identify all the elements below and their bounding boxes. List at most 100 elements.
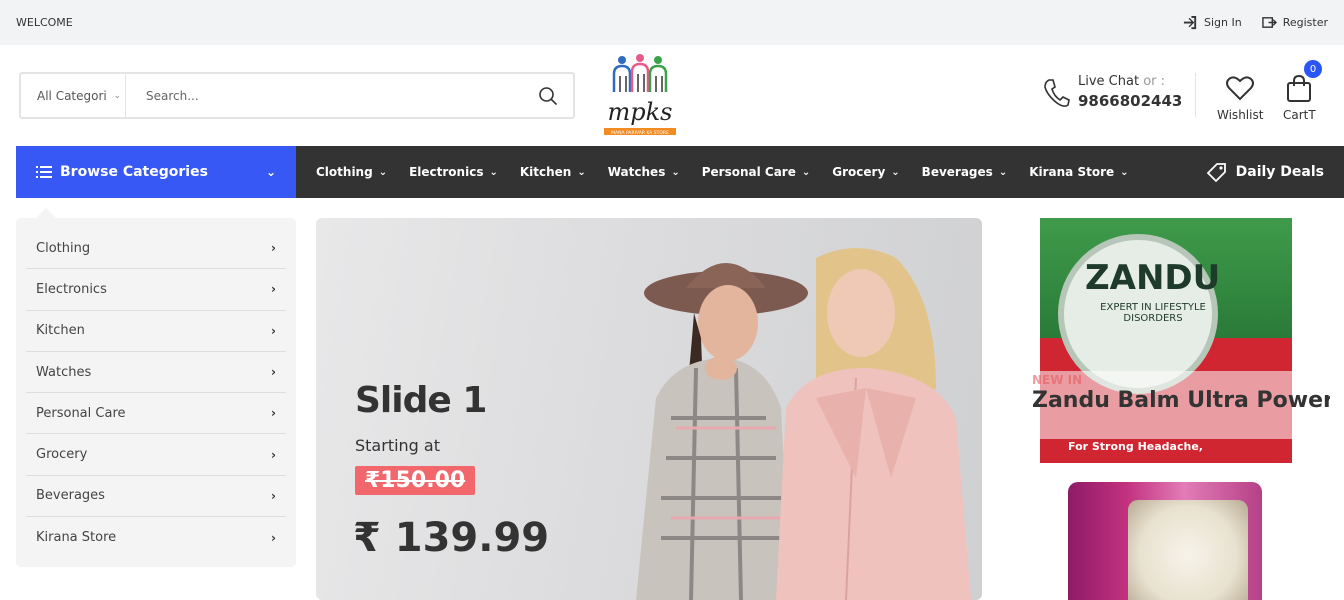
category-item-grocery[interactable]: Grocery › — [26, 434, 286, 476]
rice-product-image — [1068, 482, 1262, 600]
category-item-watches[interactable]: Watches › — [26, 352, 286, 394]
top-bar: WELCOME Sign In Register — [0, 0, 1344, 45]
promo-banner-zandu[interactable]: ZANDU EXPERT IN LIFESTYLE DISORDERS For … — [1002, 218, 1330, 463]
search-button[interactable] — [523, 74, 573, 117]
category-item-label: Personal Care — [36, 405, 126, 421]
nav-item-label: Clothing — [316, 165, 373, 179]
chevron-right-icon: › — [271, 447, 276, 462]
chevron-down-icon: ⌄ — [998, 166, 1008, 178]
tag-icon — [1206, 163, 1226, 183]
nav-item-label: Beverages — [921, 165, 993, 179]
old-price: ₹150.00 — [355, 466, 476, 495]
category-item-label: Kirana Store — [36, 530, 117, 546]
search-bar: All Categori ⌄ — [19, 72, 575, 119]
daily-deals-label: Daily Deals — [1235, 164, 1324, 180]
chevron-right-icon: › — [271, 282, 276, 297]
list-icon — [36, 166, 52, 178]
logo-graphic: mpks MANA PARIVAR KA STORE — [604, 54, 676, 136]
nav-item-label: Kirana Store — [1029, 165, 1115, 179]
chevron-right-icon: › — [271, 406, 276, 421]
search-input[interactable] — [126, 88, 523, 103]
nav-item-electronics[interactable]: Electronics ⌄ — [409, 165, 520, 179]
search-icon — [539, 86, 558, 105]
nav-item-label: Electronics — [409, 165, 484, 179]
promo-title: Zandu Balm Ultra Power — [1032, 388, 1330, 413]
heart-icon — [1226, 76, 1255, 101]
chevron-down-icon: ⌄ — [489, 166, 498, 178]
sign-in-link[interactable]: Sign In — [1183, 15, 1242, 30]
sign-in-icon — [1183, 15, 1197, 30]
daily-deals-link[interactable]: Daily Deals — [1206, 146, 1324, 198]
zandu-tagline: EXPERT IN LIFESTYLE DISORDERS — [1100, 302, 1206, 324]
sign-in-label: Sign In — [1203, 16, 1242, 29]
category-select[interactable]: All Categori ⌄ — [21, 74, 126, 117]
logo-text: mpks — [608, 98, 673, 126]
live-chat-text: Live Chat or : 9866802443 — [1078, 73, 1182, 112]
zandu-brand-text: ZANDU — [1085, 258, 1221, 298]
cart-button[interactable]: 0 CartT — [1283, 60, 1322, 122]
category-item-personal-care[interactable]: Personal Care › — [26, 393, 286, 435]
hero-slide[interactable]: Slide 1 Starting at ₹150.00 ₹ 139.99 — [316, 218, 982, 600]
nav-item-label: Personal Care — [701, 165, 796, 179]
cart-label: CartT — [1283, 108, 1316, 122]
chevron-down-icon: ⌄ — [1120, 166, 1129, 178]
wishlist-button[interactable]: Wishlist — [1217, 73, 1263, 122]
nav-item-kirana-store[interactable]: Kirana Store ⌄ — [1029, 165, 1150, 179]
category-select-value: All Categori — [37, 88, 107, 103]
wishlist-label: Wishlist — [1217, 108, 1264, 122]
chevron-right-icon: › — [271, 488, 276, 503]
sale-price: ₹ 139.99 — [353, 515, 550, 561]
category-menu: Clothing › Electronics › Kitchen › Watches ›… — [16, 208, 296, 567]
nav-item-kitchen[interactable]: Kitchen ⌄ — [520, 165, 608, 179]
browse-categories-button[interactable]: Browse Categories ⌄ — [16, 146, 296, 198]
chevron-right-icon: › — [271, 365, 276, 380]
promo-badge: NEW IN — [1032, 373, 1083, 387]
register-link[interactable]: Register — [1261, 15, 1328, 30]
nav-item-label: Grocery — [832, 165, 886, 179]
nav-item-beverages[interactable]: Beverages ⌄ — [922, 165, 1030, 179]
logo-subtext: MANA PARIVAR KA STORE — [611, 130, 669, 136]
chevron-down-icon: ⌄ — [113, 90, 121, 101]
category-item-label: Watches — [36, 364, 92, 380]
nav-item-watches[interactable]: Watches ⌄ — [608, 165, 702, 179]
nav-item-clothing[interactable]: Clothing ⌄ — [316, 165, 409, 179]
main-nav: Browse Categories ⌄ Clothing ⌄ Electronic… — [16, 146, 1344, 198]
nav-menu: Clothing ⌄ Electronics ⌄ Kitchen ⌄ Watches ⌄… — [316, 165, 1151, 179]
register-label: Register — [1282, 16, 1328, 29]
nav-item-personal-care[interactable]: Personal Care ⌄ — [702, 165, 833, 179]
chevron-down-icon: ⌄ — [671, 166, 680, 178]
category-item-label: Kitchen — [36, 323, 85, 339]
category-item-label: Electronics — [36, 281, 107, 297]
browse-categories-label: Browse Categories — [60, 164, 208, 180]
category-item-kitchen[interactable]: Kitchen › — [26, 311, 286, 352]
category-item-label: Beverages — [36, 488, 105, 504]
nav-item-label: Watches — [607, 165, 666, 179]
site-logo[interactable]: mpks MANA PARIVAR KA STORE — [600, 50, 680, 140]
account-links: Sign In Register — [1183, 15, 1328, 30]
slide-title: Slide 1 — [355, 380, 487, 421]
chevron-right-icon: › — [271, 241, 276, 256]
slide-subtitle: Starting at — [355, 436, 440, 455]
phone-icon — [1044, 78, 1070, 107]
category-item-label: Clothing — [36, 240, 91, 256]
chevron-down-icon: ⌄ — [891, 166, 900, 178]
phone-number[interactable]: 9866802443 — [1078, 91, 1182, 112]
chevron-down-icon: ⌄ — [801, 166, 811, 178]
welcome-text: WELCOME — [16, 16, 73, 29]
category-item-beverages[interactable]: Beverages › — [26, 476, 286, 518]
live-chat-label: Live Chat — [1078, 74, 1140, 89]
promo-banner-rice[interactable] — [1002, 474, 1330, 600]
category-item-clothing[interactable]: Clothing › — [26, 228, 286, 270]
site-header: All Categori ⌄ mpks MANA PARIVAR KA STOR… — [0, 45, 1344, 146]
chevron-down-icon: ⌄ — [577, 166, 586, 178]
category-item-kirana-store[interactable]: Kirana Store › — [26, 517, 286, 558]
live-chat[interactable]: Live Chat or : 9866802443 — [1042, 73, 1182, 112]
category-item-label: Grocery — [36, 447, 88, 463]
nav-item-label: Kitchen — [519, 165, 572, 179]
zandu-pack-text: For Strong Headache, — [1068, 440, 1203, 453]
cart-count-badge: 0 — [1304, 60, 1322, 78]
live-chat-or: or : — [1143, 74, 1166, 89]
category-item-electronics[interactable]: Electronics › — [26, 269, 286, 311]
nav-item-grocery[interactable]: Grocery ⌄ — [832, 165, 921, 179]
header-divider — [1195, 73, 1196, 117]
